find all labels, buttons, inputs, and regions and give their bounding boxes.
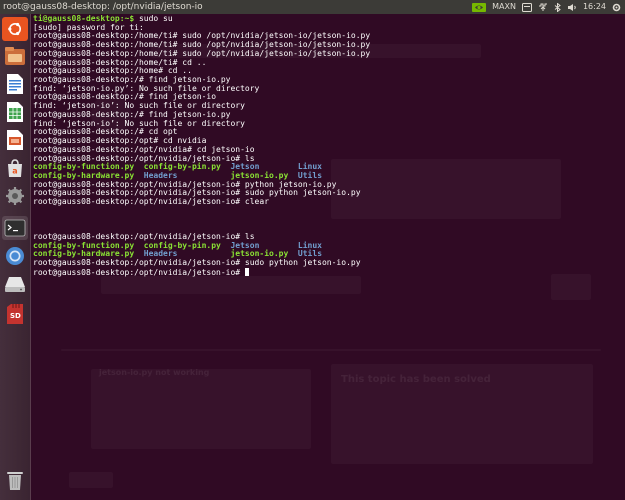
terminal-text: jetson-io.py — [230, 170, 298, 180]
terminal-text: root@gauss08-desktop:/opt# cd nvidia — [33, 136, 207, 146]
terminal-line: root@gauss08-desktop:/opt/nvidia/jetson-… — [33, 258, 370, 268]
svg-text:a: a — [12, 167, 17, 176]
software-center-icon[interactable]: a — [2, 156, 28, 180]
terminal-text: sudo su — [138, 14, 173, 23]
terminal-text: Utils — [297, 249, 323, 259]
terminal-text: root@gauss08-desktop:/opt/nvidia/jetson-… — [33, 231, 255, 241]
terminal-text: find: ‘jetson-io’: No such file or direc… — [33, 118, 245, 128]
terminal-text: root@gauss08-desktop:/# cd opt — [33, 127, 178, 137]
terminal-text: find: ‘jetson-io’: No such file or direc… — [33, 101, 245, 111]
volume-icon[interactable] — [567, 3, 577, 12]
background-reply-title: jetson-io.py not working — [99, 368, 210, 377]
power-mode-label[interactable]: MAXN — [492, 0, 516, 14]
keyboard-layout-icon[interactable] — [521, 2, 532, 12]
terminal-text: root@gauss08-desktop:/# find jetson-io.p… — [33, 75, 231, 85]
top-panel: root@gauss08-desktop: /opt/nvidia/jetson… — [0, 0, 625, 14]
settings-icon[interactable] — [2, 184, 28, 208]
sd-card-icon[interactable]: SD — [2, 302, 28, 326]
launcher: a SD — [0, 14, 31, 500]
network-icon[interactable] — [538, 3, 548, 12]
clock[interactable]: 16:24 — [583, 0, 606, 14]
terminal-text: root@gauss08-desktop:/opt/nvidia/jetson-… — [33, 267, 245, 277]
terminal-text: root@gauss08-desktop:/# find jetson-io.p… — [33, 109, 231, 119]
terminal-text: root@gauss08-desktop:/home/ti# sudo /opt… — [33, 40, 371, 50]
terminal-output: ti@gauss08-desktop:~$ sudo su [sudo] pass… — [33, 14, 371, 277]
sd-card-label: SD — [10, 312, 21, 320]
terminal-text: root@gauss08-desktop:/home# cd .. — [33, 66, 192, 76]
terminal-text: root@gauss08-desktop:/opt/nvidia/jetson-… — [33, 197, 270, 207]
terminal-text: root@gauss08-desktop:/home/ti# sudo /opt… — [33, 31, 371, 41]
terminal-text: Headers — [143, 170, 231, 180]
files-icon[interactable] — [2, 44, 28, 68]
terminal-text: root@gauss08-desktop:/opt/nvidia/jetson-… — [33, 188, 361, 198]
terminal-line: root@gauss08-desktop:/opt/nvidia/jetson-… — [33, 267, 370, 277]
terminal-text: Jetson Linux — [230, 162, 322, 172]
libreoffice-impress-icon[interactable] — [2, 128, 28, 152]
terminal-text: config-by-function.py config-by-pin.py — [33, 162, 231, 172]
terminal-window[interactable]: This topic has been solved jetson-io.py … — [31, 14, 625, 500]
terminal-text: config-by-hardware.py — [33, 249, 144, 259]
terminal-line: root@gauss08-desktop:/opt/nvidia/jetson-… — [33, 197, 370, 207]
terminal-text: Utils — [297, 170, 323, 180]
terminal-text: root@gauss08-desktop:/home/ti# sudo /opt… — [33, 48, 371, 58]
terminal-text: root@gauss08-desktop:/# find jetson-io — [33, 92, 217, 102]
terminal-text: config-by-hardware.py — [33, 170, 144, 180]
libreoffice-writer-icon[interactable] — [2, 72, 28, 96]
terminal-text: root@gauss08-desktop:/opt/nvidia/jetson-… — [33, 179, 337, 189]
terminal-cursor — [244, 267, 249, 276]
terminal-icon[interactable] — [2, 216, 28, 240]
terminal-text: [sudo] password for ti: — [33, 22, 144, 32]
trash-icon[interactable] — [2, 468, 28, 492]
terminal-text: jetson-io.py — [230, 249, 298, 259]
terminal-text: Headers — [143, 249, 231, 259]
chromium-icon[interactable] — [2, 244, 28, 268]
terminal-text: ti@gauss08-desktop:~$ — [33, 14, 139, 23]
drive-icon[interactable] — [2, 272, 28, 296]
libreoffice-calc-icon[interactable] — [2, 100, 28, 124]
background-solved-heading: This topic has been solved — [341, 374, 491, 385]
terminal-text: find: ‘jetson-io.py’: No such file or di… — [33, 83, 260, 93]
terminal-text: root@gauss08-desktop:/opt/nvidia/jetson-… — [33, 258, 361, 268]
terminal-text: root@gauss08-desktop:/home/ti# cd .. — [33, 57, 207, 67]
terminal-text: root@gauss08-desktop:/opt/nvidia# cd jet… — [33, 144, 255, 154]
window-title: root@gauss08-desktop: /opt/nvidia/jetson… — [3, 2, 203, 12]
ubuntu-dash-icon[interactable] — [2, 17, 28, 41]
power-gear-icon[interactable] — [612, 3, 621, 12]
nvidia-icon[interactable] — [472, 2, 487, 12]
system-tray: MAXN 16:24 — [472, 0, 621, 14]
bluetooth-icon[interactable] — [554, 2, 561, 12]
